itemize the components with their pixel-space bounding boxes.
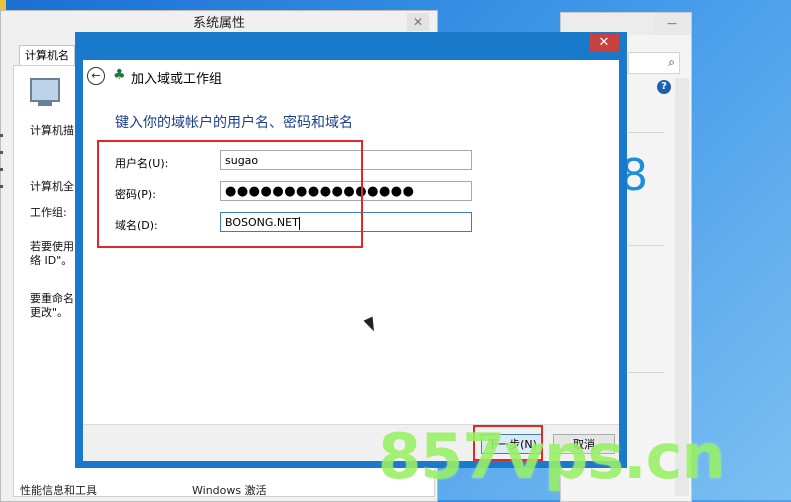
dialog-body: ← ♣ 加入域或工作组 键入你的域帐户的用户名、密码和域名 用户名(U): su… [83,60,619,461]
background-search-box[interactable]: ⌕ [628,52,680,74]
computer-description-label: 计算机描 [30,124,74,137]
network-wizard-icon: ♣ [113,67,126,83]
back-arrow-icon[interactable]: ← [87,67,105,85]
watermark: 857vps.cn [378,420,726,493]
annotation-highlight-fields [97,140,363,248]
search-icon: ⌕ [668,55,675,69]
divider [628,372,664,373]
divider [628,132,664,133]
dialog-header: ← ♣ 加入域或工作组 [83,60,619,92]
windows-activation-link[interactable]: Windows 激活 [192,482,267,498]
dialog-title: 加入域或工作组 [131,72,223,87]
workgroup-label: 工作组: [30,206,67,219]
desktop-icon-fragment [0,0,6,10]
tab-computer-name[interactable]: 计算机名 [19,45,75,66]
edge-markers [0,120,4,200]
full-computer-name-label: 计算机全 [30,180,74,193]
computer-icon [30,78,60,106]
system-properties-close-button[interactable]: ✕ [407,13,429,31]
network-id-text: 若要使用 络 ID"。 [30,240,74,267]
join-domain-dialog: ✕ ← ♣ 加入域或工作组 键入你的域帐户的用户名、密码和域名 用户名(U): … [75,32,627,468]
close-button[interactable]: ✕ [589,34,619,52]
performance-tools-link[interactable]: 性能信息和工具 [20,482,97,498]
instruction-text: 键入你的域帐户的用户名、密码和域名 [115,115,353,131]
help-icon[interactable]: ? [657,80,671,94]
background-close-button[interactable]: − [653,13,691,35]
divider [628,245,664,246]
rename-text: 要重命名 更改"。 [30,292,74,319]
